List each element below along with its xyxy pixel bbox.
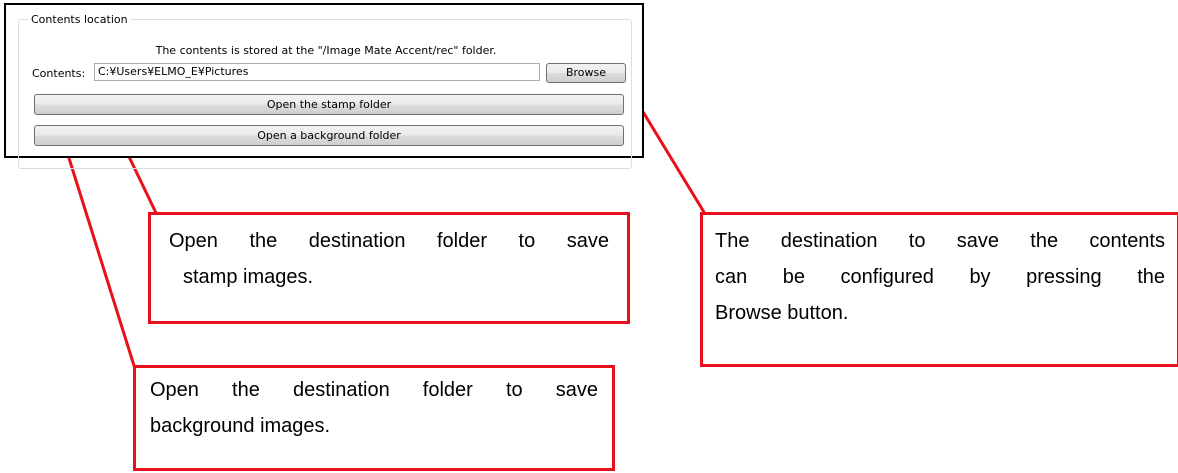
callout-browse: The destination to save the contents can… bbox=[700, 212, 1178, 367]
callout-background-line1: Open the destination folder to save bbox=[150, 379, 598, 401]
callout-background-line2: background images. bbox=[150, 415, 331, 437]
open-background-folder-button[interactable]: Open a background folder bbox=[34, 125, 624, 146]
callout-stamp-line1: Open the destination folder to save bbox=[169, 230, 609, 252]
callout-browse-line2: can be configured by pressing the bbox=[715, 266, 1165, 288]
contents-path-field[interactable]: C:¥Users¥ELMO_E¥Pictures bbox=[94, 63, 540, 81]
storage-info-text: The contents is stored at the "/Image Ma… bbox=[155, 44, 497, 57]
callout-stamp: Open the destination folder to save stam… bbox=[148, 212, 630, 324]
group-title: Contents location bbox=[28, 13, 131, 26]
contents-label: Contents: bbox=[32, 67, 86, 80]
callout-background: Open the destination folder to save back… bbox=[133, 365, 615, 471]
settings-screenshot: Contents location The contents is stored… bbox=[4, 3, 644, 169]
leader-line-background bbox=[61, 138, 138, 373]
callout-stamp-line2: stamp images. bbox=[183, 266, 314, 288]
open-stamp-folder-button[interactable]: Open the stamp folder bbox=[34, 94, 624, 115]
callout-browse-line1: The destination to save the contents bbox=[715, 230, 1165, 252]
callout-browse-line3: Browse button. bbox=[715, 302, 849, 324]
browse-button[interactable]: Browse bbox=[546, 63, 626, 83]
